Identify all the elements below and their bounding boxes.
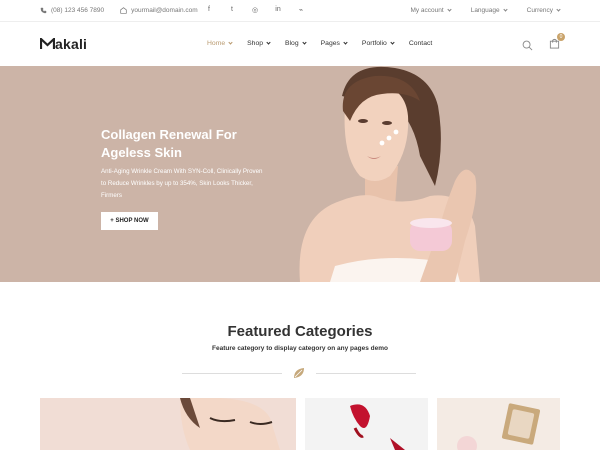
email-contact[interactable]: yourmail@domain.com [120,7,198,14]
twitter-icon[interactable]: t [229,6,235,14]
cart-count-badge: 0 [557,33,565,41]
email-address: yourmail@domain.com [131,7,198,14]
chevron-down-icon [266,40,271,45]
chevron-down-icon [556,7,561,12]
logo-mark-icon [40,38,55,49]
category-card-makeup[interactable] [437,398,560,450]
chevron-down-icon [302,40,307,45]
language-dropdown[interactable]: Language [470,7,508,14]
phone-contact[interactable]: (08) 123 456 7890 [40,7,104,14]
nav-item-home[interactable]: Home [207,40,233,47]
nav-label: Pages [320,40,340,47]
hero-description: Anti-Aging Wrinkle Cream With SYN-Coll, … [101,168,263,199]
nav-item-portfolio[interactable]: Portfolio [361,40,395,47]
featured-subtitle: Feature category to display category on … [212,345,388,352]
nav-label: Shop [247,40,264,47]
nav-item-contact[interactable]: Contact [409,40,432,47]
my-account-dropdown[interactable]: My account [410,7,452,14]
instagram-icon[interactable]: ◎ [252,6,258,14]
currency-label: Currency [526,7,553,14]
nav-item-pages[interactable]: Pages [320,40,348,47]
nav-item-shop[interactable]: Shop [247,40,271,47]
phone-number: (08) 123 456 7890 [51,7,105,14]
facebook-icon[interactable]: f [206,6,212,14]
email-icon [120,7,127,14]
divider-left [182,373,282,374]
hero-title: Collagen Renewal For Ageless Skin [101,127,237,160]
divider-right [316,373,416,374]
shop-now-button[interactable]: + SHOP NOW [101,212,158,230]
category-image [180,398,280,450]
chevron-down-icon [343,40,348,45]
nav-label: Contact [408,40,433,47]
chevron-down-icon [503,7,508,12]
hero-banner: Collagen Renewal For Ageless Skin Anti-A… [0,66,600,282]
category-image [350,404,405,450]
nav-label: Blog [285,40,299,47]
hero-model-image [299,66,480,282]
main-nav: Home Shop Blog Pages Portfolio Contact [207,40,447,47]
chevron-down-icon [228,40,233,45]
category-image [457,403,541,450]
top-bar: (08) 123 456 7890 yourmail@domain.com f … [0,0,600,22]
leaf-icon [294,368,304,378]
nav-item-blog[interactable]: Blog [285,40,307,47]
site-logo[interactable]: akali [40,36,87,52]
logo-text: akali [55,36,88,52]
category-card-skincare[interactable] [40,398,296,450]
currency-dropdown[interactable]: Currency [526,7,561,14]
featured-title: Featured Categories [227,323,373,340]
rss-icon[interactable]: ⌁ [298,6,304,14]
main-header: akali Home Shop Blog Pages Portfolio Con… [0,22,600,66]
nav-label: Portfolio [361,40,387,47]
my-account-label: My account [410,7,444,14]
nav-label: Home [207,40,226,47]
chevron-down-icon [390,40,395,45]
category-card-lipstick[interactable] [305,398,428,450]
chevron-down-icon [447,7,452,12]
search-icon[interactable] [522,40,533,51]
linkedin-icon[interactable]: in [275,6,281,14]
language-label: Language [470,7,500,14]
cart-button[interactable]: 0 [549,33,565,54]
phone-icon [40,7,47,14]
